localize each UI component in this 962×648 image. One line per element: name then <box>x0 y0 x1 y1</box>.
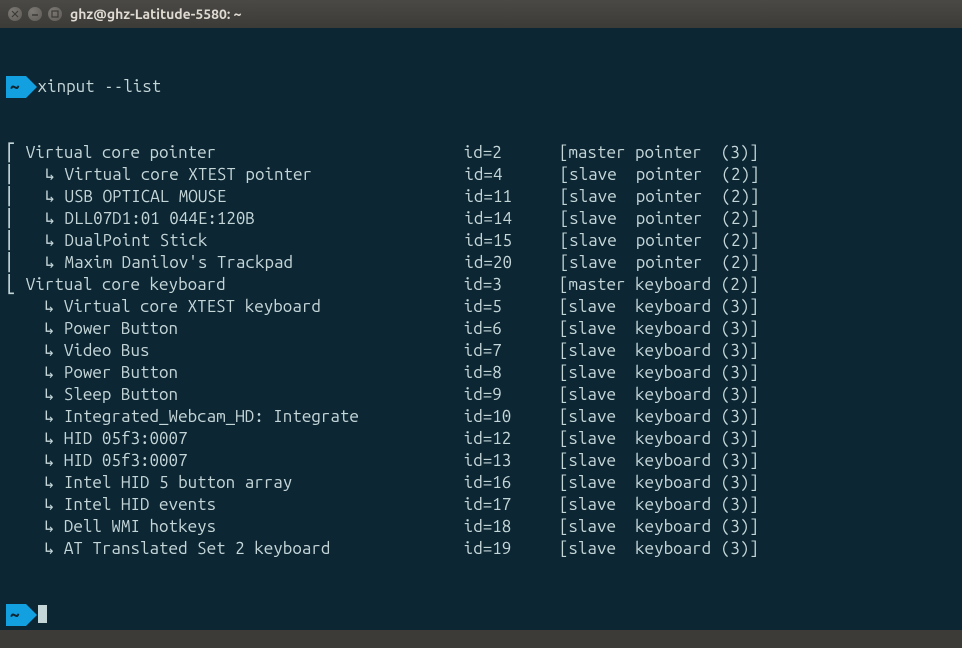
device-entry: ↳ Sleep Button id=9 [slave keyboard (3)] <box>6 384 956 406</box>
device-entry: ↳ AT Translated Set 2 keyboard id=19 [sl… <box>6 538 956 560</box>
device-entry: ⎜ ↳ Maxim Danilov's Trackpad id=20 [slav… <box>6 252 956 274</box>
prompt-line-empty: ~ <box>6 604 956 626</box>
device-entry: ↳ Intel HID 5 button array id=16 [slave … <box>6 472 956 494</box>
terminal-area[interactable]: ~ xinput --list ⎡ Virtual core pointer i… <box>0 28 962 630</box>
device-entry: ↳ Power Button id=8 [slave keyboard (3)] <box>6 362 956 384</box>
minimize-button[interactable] <box>28 7 42 21</box>
window-title: ghz@ghz-Latitude-5580: ~ <box>70 6 242 22</box>
device-entry: ⎜ ↳ DualPoint Stick id=15 [slave pointer… <box>6 230 956 252</box>
prompt-line: ~ xinput --list <box>6 76 956 98</box>
prompt-symbol: ~ <box>6 76 26 98</box>
device-entry: ↳ Virtual core XTEST keyboard id=5 [slav… <box>6 296 956 318</box>
device-entry: ↳ Power Button id=6 [slave keyboard (3)] <box>6 318 956 340</box>
prompt-symbol: ~ <box>6 604 26 626</box>
device-group-header: ⎣ Virtual core keyboard id=3 [master key… <box>6 274 956 296</box>
device-entry: ↳ HID 05f3:0007 id=12 [slave keyboard (3… <box>6 428 956 450</box>
maximize-button[interactable] <box>48 7 62 21</box>
cursor <box>38 605 47 623</box>
window-controls <box>8 7 62 21</box>
device-entry: ↳ Video Bus id=7 [slave keyboard (3)] <box>6 340 956 362</box>
device-group-header: ⎡ Virtual core pointer id=2 [master poin… <box>6 142 956 164</box>
device-entry: ↳ Intel HID events id=17 [slave keyboard… <box>6 494 956 516</box>
command-text: xinput --list <box>38 76 162 98</box>
device-entry: ⎜ ↳ DLL07D1:01 044E:120B id=14 [slave po… <box>6 208 956 230</box>
device-entry: ↳ Integrated_Webcam_HD: Integrate id=10 … <box>6 406 956 428</box>
device-entry: ⎜ ↳ Virtual core XTEST pointer id=4 [sla… <box>6 164 956 186</box>
close-button[interactable] <box>8 7 22 21</box>
device-entry: ⎜ ↳ USB OPTICAL MOUSE id=11 [slave point… <box>6 186 956 208</box>
device-entry: ↳ Dell WMI hotkeys id=18 [slave keyboard… <box>6 516 956 538</box>
device-entry: ↳ HID 05f3:0007 id=13 [slave keyboard (3… <box>6 450 956 472</box>
terminal-output: ⎡ Virtual core pointer id=2 [master poin… <box>6 142 956 560</box>
window-titlebar: ghz@ghz-Latitude-5580: ~ <box>0 0 962 28</box>
